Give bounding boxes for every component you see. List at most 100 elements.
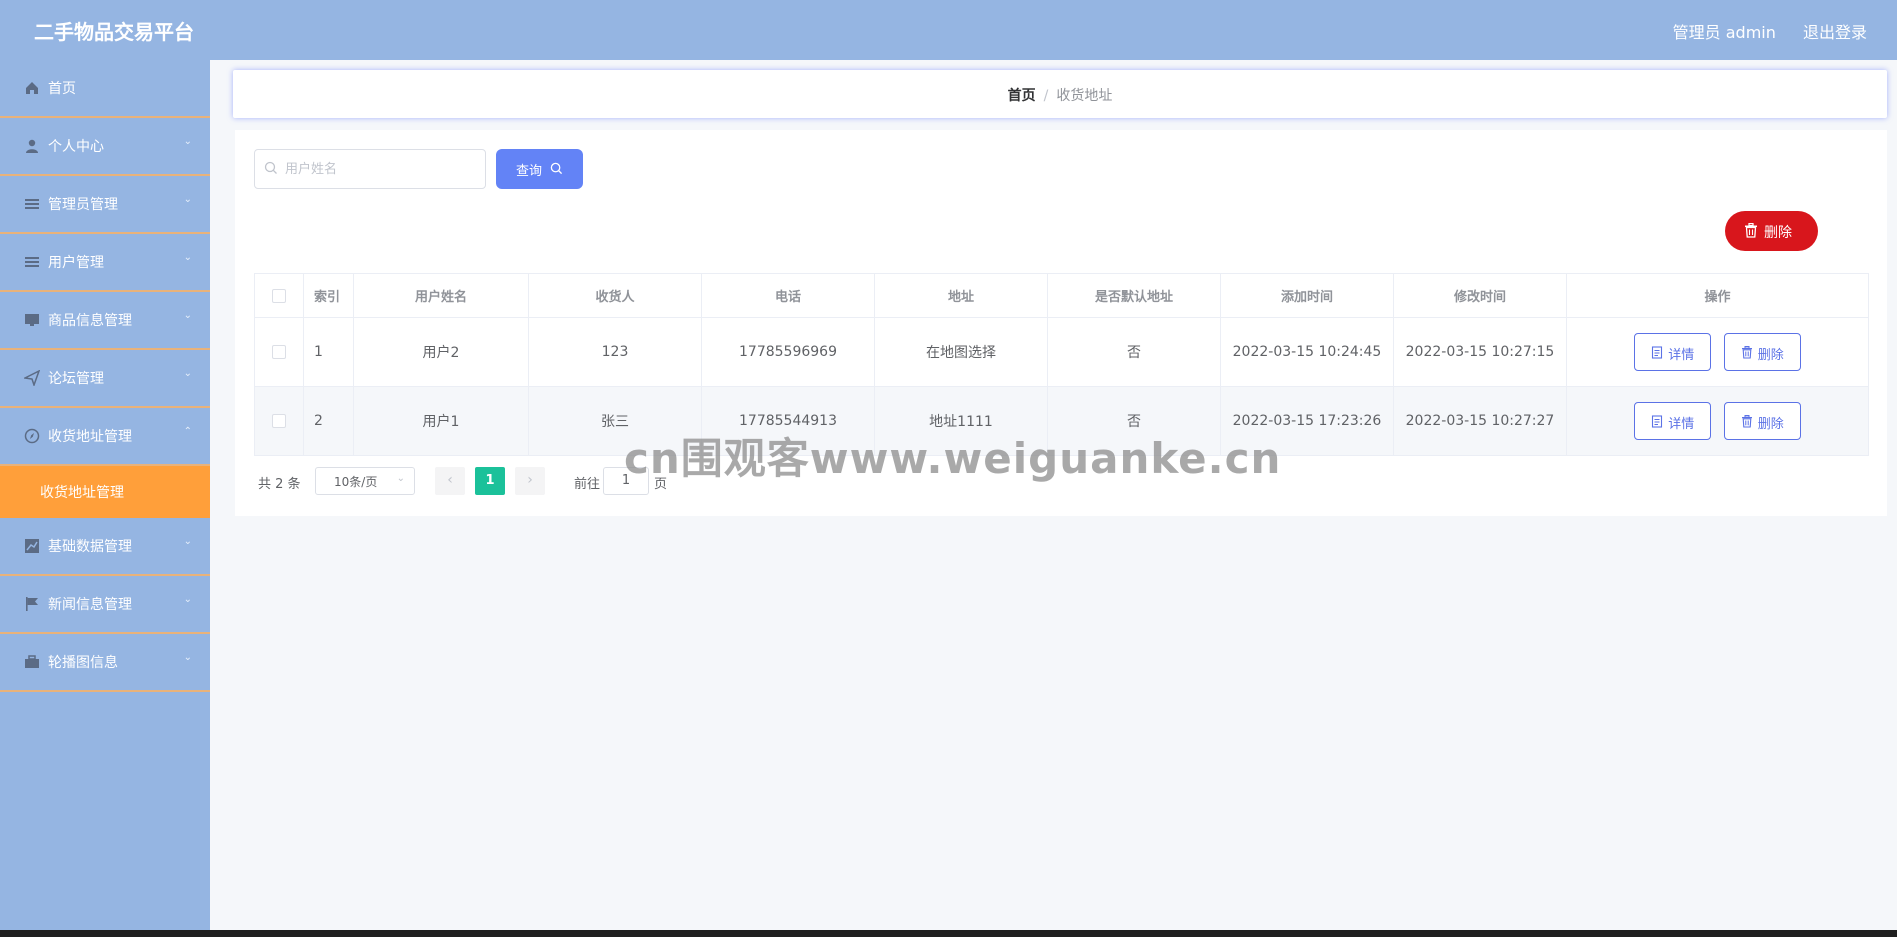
- cell-updated: 2022-03-15 10:27:15: [1393, 317, 1567, 387]
- sidebar-item-label: 轮播图信息: [48, 655, 118, 671]
- compass-icon: [24, 428, 40, 444]
- select-all-cell: [254, 273, 304, 318]
- chevron-down-icon: ⌄: [183, 652, 192, 663]
- query-button[interactable]: 查询: [496, 149, 583, 189]
- delete-button-label: 删除: [1757, 348, 1784, 363]
- sidebar-item-news-management[interactable]: 新闻信息管理 ⌄: [0, 576, 210, 634]
- table-row: 1 用户2 123 17785596969 在地图选择 否 2022-03-15…: [254, 317, 1869, 387]
- breadcrumb-home[interactable]: 首页: [1008, 88, 1036, 104]
- document-icon: [1652, 415, 1663, 428]
- chevron-down-icon: ⌄: [183, 310, 192, 321]
- list-icon: [25, 199, 39, 209]
- cell-index: 2: [303, 386, 354, 456]
- batch-delete-label: 删除: [1764, 225, 1792, 241]
- detail-button-label: 详情: [1668, 348, 1695, 363]
- home-icon: [26, 82, 38, 94]
- sidebar: 首页 个人中心 ⌄ 管理员管理 ⌄ 用户管理 ⌄ 商品信息管理 ⌄ 论坛管理 ⌄…: [0, 60, 210, 930]
- query-button-label: 查询: [516, 164, 543, 179]
- sidebar-item-admin-management[interactable]: 管理员管理 ⌄: [0, 176, 210, 234]
- username-search-input[interactable]: [283, 158, 477, 180]
- chevron-down-icon: ⌄: [183, 536, 192, 547]
- bottom-edge-bar: [0, 930, 1897, 937]
- delete-button-label: 删除: [1757, 417, 1784, 432]
- sidebar-item-address-management[interactable]: 收货地址管理 ⌃: [0, 408, 210, 466]
- column-header-username: 用户姓名: [353, 273, 529, 318]
- prev-page-button[interactable]: ‹: [435, 467, 465, 495]
- document-icon: [1652, 346, 1663, 359]
- cell-phone: 17785596969: [701, 317, 875, 387]
- row-checkbox[interactable]: [272, 345, 286, 359]
- cell-is-default: 否: [1047, 317, 1221, 387]
- app-title: 二手物品交易平台: [34, 20, 194, 44]
- sidebar-item-user-management[interactable]: 用户管理 ⌄: [0, 234, 210, 292]
- sidebar-item-label: 新闻信息管理: [48, 597, 132, 613]
- sidebar-item-label: 个人中心: [48, 139, 104, 155]
- submenu-item-address-management[interactable]: 收货地址管理: [0, 466, 210, 518]
- column-header-index: 索引: [303, 273, 354, 318]
- cell-index: 1: [303, 317, 354, 387]
- list-icon: [25, 257, 39, 267]
- sidebar-item-product-management[interactable]: 商品信息管理 ⌄: [0, 292, 210, 350]
- chart-icon: [25, 539, 39, 553]
- monitor-icon: [25, 314, 39, 326]
- select-all-checkbox[interactable]: [272, 288, 286, 303]
- sidebar-item-label: 首页: [48, 81, 76, 97]
- sidebar-item-home[interactable]: 首页: [0, 60, 210, 118]
- username-search-field[interactable]: [254, 149, 486, 189]
- row-select-cell: [254, 317, 304, 387]
- column-header-receiver: 收货人: [528, 273, 702, 318]
- row-checkbox[interactable]: [272, 414, 286, 428]
- trash-icon: [1741, 415, 1752, 428]
- user-icon: [26, 139, 38, 153]
- sidebar-item-label: 基础数据管理: [48, 539, 132, 555]
- breadcrumb-separator: /: [1043, 88, 1049, 104]
- submenu-item-label: 收货地址管理: [40, 485, 124, 501]
- column-header-created: 添加时间: [1220, 273, 1394, 318]
- logout-button[interactable]: 退出登录: [1803, 23, 1867, 42]
- cell-created: 2022-03-15 10:24:45: [1220, 317, 1394, 387]
- chevron-down-icon: ⌄: [183, 594, 192, 605]
- cell-username: 用户1: [353, 386, 529, 456]
- page-number-current[interactable]: 1: [475, 467, 505, 495]
- next-page-button[interactable]: ›: [515, 467, 545, 495]
- chevron-down-icon: ⌄: [183, 368, 192, 379]
- batch-delete-button[interactable]: 删除: [1725, 211, 1818, 251]
- breadcrumb: 首页 / 收货地址: [233, 85, 1887, 105]
- chevron-down-icon: ⌄: [183, 252, 192, 263]
- sidebar-item-personal-center[interactable]: 个人中心 ⌄: [0, 118, 210, 176]
- flag-icon: [26, 597, 38, 611]
- detail-button[interactable]: 详情: [1634, 333, 1712, 371]
- column-header-address: 地址: [874, 273, 1048, 318]
- breadcrumb-card: 首页 / 收货地址: [233, 70, 1887, 118]
- sidebar-item-label: 管理员管理: [48, 197, 118, 213]
- search-icon: [550, 162, 563, 175]
- trash-icon: [1745, 223, 1757, 238]
- detail-button[interactable]: 详情: [1634, 402, 1712, 440]
- pagination-total: 共 2 条: [258, 477, 301, 492]
- search-icon: [264, 161, 277, 174]
- chevron-up-icon: ⌃: [183, 426, 192, 437]
- chevron-down-icon: ⌄: [183, 194, 192, 205]
- cell-actions: 详情 删除: [1566, 317, 1869, 387]
- goto-label: 前往: [574, 477, 601, 492]
- admin-user-label[interactable]: 管理员 admin: [1673, 23, 1776, 42]
- sidebar-item-label: 用户管理: [48, 255, 104, 271]
- sidebar-item-forum-management[interactable]: 论坛管理 ⌄: [0, 350, 210, 408]
- sidebar-item-label: 论坛管理: [48, 371, 104, 387]
- chevron-down-icon: ⌄: [396, 473, 405, 484]
- cell-username: 用户2: [353, 317, 529, 387]
- delete-button[interactable]: 删除: [1723, 333, 1801, 371]
- column-header-is-default: 是否默认地址: [1047, 273, 1221, 318]
- sidebar-item-carousel[interactable]: 轮播图信息 ⌄: [0, 634, 210, 692]
- column-header-updated: 修改时间: [1393, 273, 1567, 318]
- table-header-row: 索引 用户姓名 收货人 电话 地址 是否默认地址 添加时间 修改时间 操作: [254, 273, 1869, 318]
- cell-receiver: 123: [528, 317, 702, 387]
- top-right-area: 管理员 admin 退出登录: [1651, 19, 1867, 43]
- cell-updated: 2022-03-15 10:27:27: [1393, 386, 1567, 456]
- delete-button[interactable]: 删除: [1723, 402, 1801, 440]
- page-size-select[interactable]: 10条/页 ⌄: [315, 467, 415, 495]
- column-header-actions: 操作: [1566, 273, 1869, 318]
- trash-icon: [1741, 346, 1752, 359]
- sidebar-item-basic-data[interactable]: 基础数据管理 ⌄: [0, 518, 210, 576]
- row-select-cell: [254, 386, 304, 456]
